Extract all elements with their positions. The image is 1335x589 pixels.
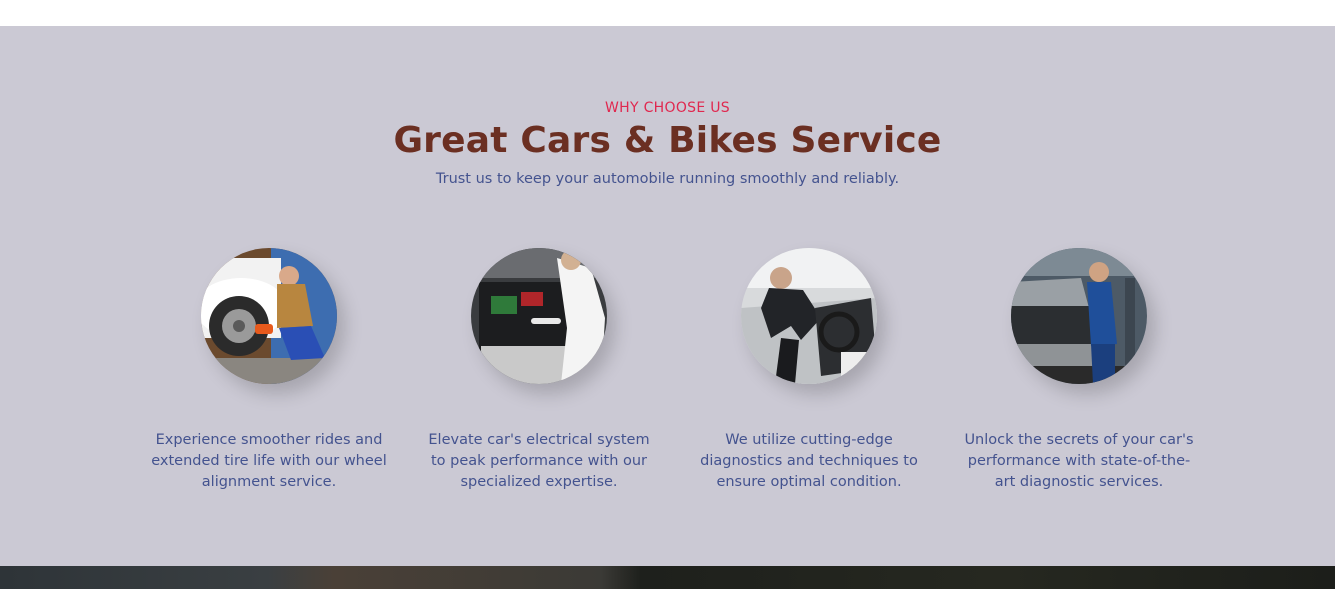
section-subtitle: Trust us to keep your automobile running… [435,171,900,187]
feature-card-engine-diagnostic: Unlock the secrets of your car's perform… [959,248,1199,508]
feature-card-electrical: Elevate car's electrical system to peak … [419,248,659,508]
feature-card-diagnostics: We utilize cutting-edge diagnostics and … [689,248,929,508]
why-choose-us-section: WHY CHOOSE US Great Cars & Bikes Service… [0,26,1335,566]
section-title: Great Cars & Bikes Service [393,120,942,161]
engine-diagnostic-photo [1011,248,1147,384]
electrical-system-photo [471,248,607,384]
wheel-alignment-photo [201,248,337,384]
feature-text: Unlock the secrets of your car's perform… [964,432,1194,490]
section-eyebrow: WHY CHOOSE US [605,100,730,116]
feature-text: Experience smoother rides and extended t… [151,432,387,490]
car-diagnostics-photo [741,248,877,384]
feature-text: We utilize cutting-edge diagnostics and … [700,432,918,490]
feature-card-wheel-alignment: Experience smoother rides and extended t… [149,248,389,508]
top-white-strip [0,0,1335,26]
feature-text: Elevate car's electrical system to peak … [428,432,650,490]
next-section-photo-strip [0,566,1335,589]
